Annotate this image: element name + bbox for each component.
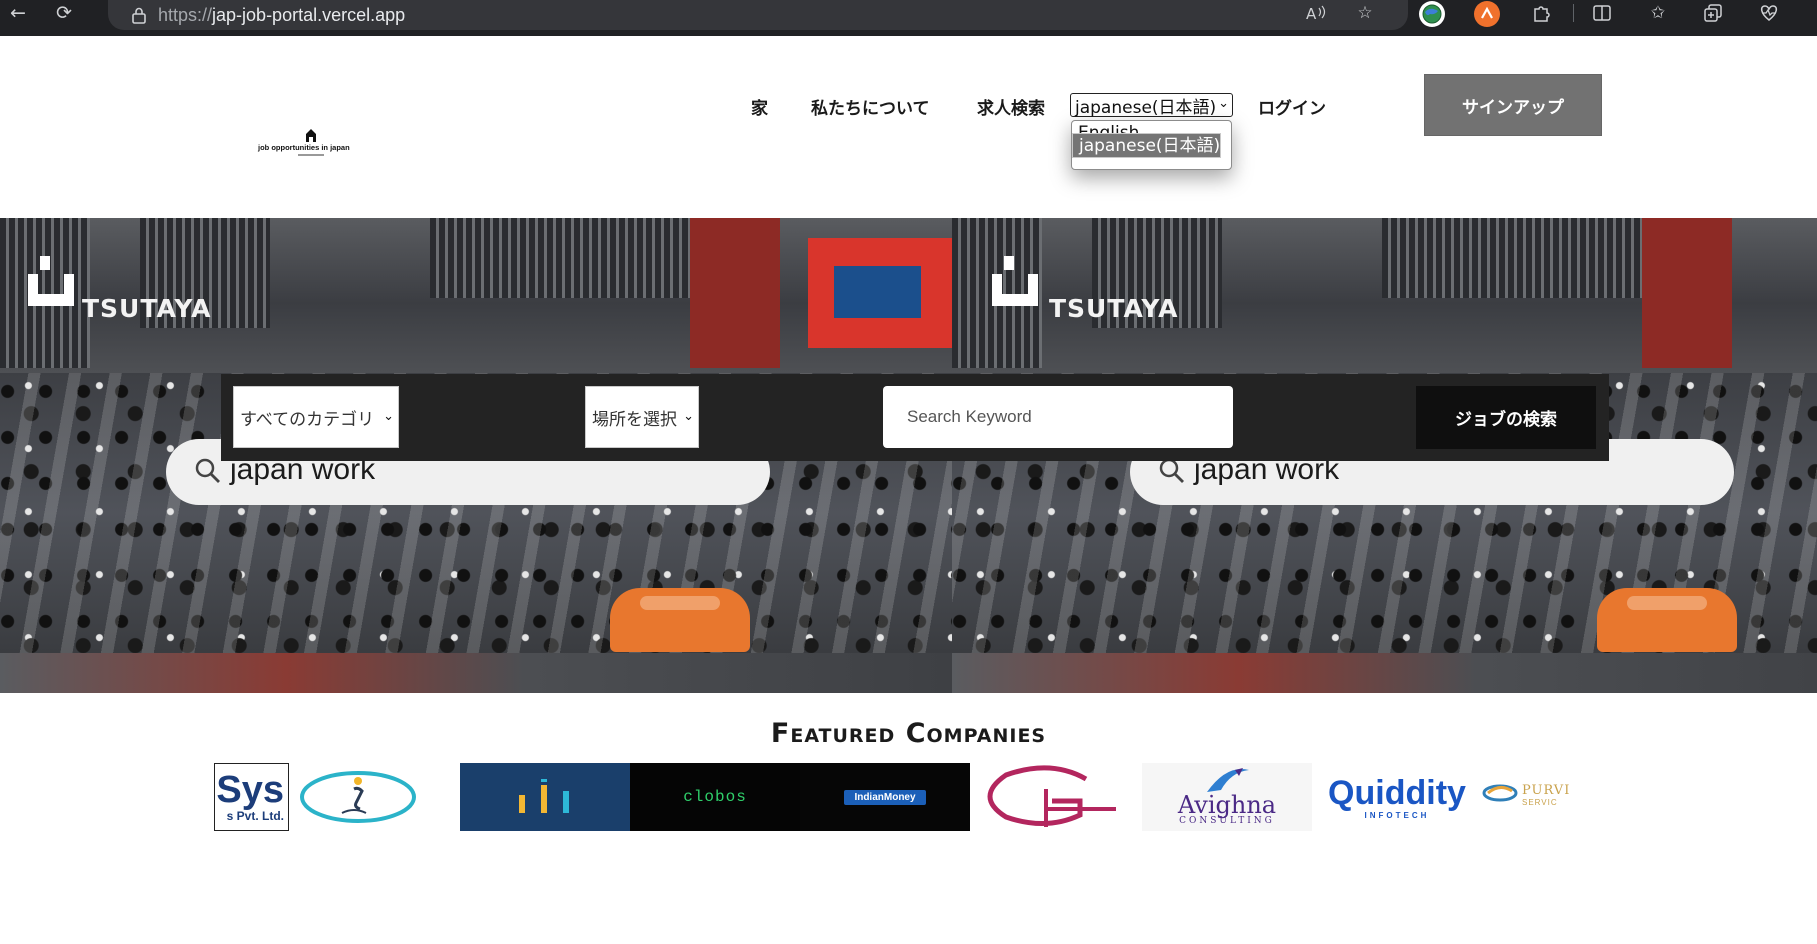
company-logo-avighna[interactable]: Avighna CONSULTING	[1142, 763, 1312, 831]
site-logo[interactable]: job opportunities in japan	[256, 128, 366, 164]
street-strip	[0, 653, 953, 693]
tsutaya-sign: TSUTAYA	[1049, 294, 1179, 323]
nav-home-link[interactable]: 家	[751, 94, 768, 119]
taxi	[610, 588, 750, 652]
back-arrow-icon[interactable]: ←	[0, 0, 36, 25]
hero-banner: TSUTAYA japan work TSUTAYA japan work すべ…	[0, 218, 1817, 693]
category-select[interactable]: すべてのカテゴリ ⌄	[233, 386, 399, 448]
browser-toolbar: ← ⟳ https://jap-job-portal.vercel.app A …	[0, 0, 1817, 36]
nav-about-link[interactable]: 私たちについて	[811, 94, 930, 119]
language-option-japanese[interactable]: japanese(日本語)	[1072, 133, 1222, 158]
logo-text: job opportunities in japan	[258, 143, 350, 152]
company-logo-clobos[interactable]: clobos	[630, 763, 800, 831]
company-sub: INFOTECH	[1364, 810, 1430, 820]
search-icon	[195, 458, 220, 483]
building	[1382, 218, 1642, 298]
company-logo-quiddity[interactable]: Quiddity INFOTECH	[1312, 763, 1482, 831]
company-sub: s Pvt. Ltd.	[226, 809, 284, 823]
featured-companies-heading: Featured Companies	[770, 718, 1047, 749]
extension-orange-icon[interactable]	[1474, 1, 1500, 27]
lock-icon	[130, 6, 148, 24]
chevron-down-icon: ⌄	[383, 409, 394, 424]
find-jobs-button[interactable]: ジョブの検索	[1416, 386, 1596, 449]
company-logo-bars[interactable]	[460, 763, 630, 831]
location-select[interactable]: 場所を選択 ⌄	[585, 386, 699, 448]
nav-job-search-link[interactable]: 求人検索	[977, 94, 1045, 119]
collections-icon[interactable]	[1696, 0, 1730, 26]
building	[690, 218, 780, 368]
chevron-down-icon: ⌄	[1218, 96, 1229, 111]
extensions-puzzle-icon[interactable]	[1525, 0, 1559, 26]
extension-globe-icon[interactable]	[1419, 1, 1445, 27]
company-name: Sys	[216, 769, 284, 811]
company-sub: CONSULTING	[1179, 816, 1275, 826]
house-logo-icon	[306, 129, 316, 142]
g-monogram-logo-icon	[987, 765, 1116, 827]
billboard	[808, 238, 953, 348]
company-name: Avighna	[1177, 791, 1277, 819]
purvi-swoosh-icon	[1482, 784, 1518, 802]
location-select-value: 場所を選択	[592, 409, 677, 430]
signup-button[interactable]: サインアップ	[1424, 74, 1602, 136]
company-logo-sys[interactable]: Sys s Pvt. Ltd.	[214, 763, 289, 831]
search-icon	[1159, 458, 1184, 483]
read-aloud-icon[interactable]: A	[1299, 0, 1333, 26]
building	[430, 218, 690, 298]
reload-icon[interactable]: ⟳	[46, 0, 82, 25]
tsutaya-logo-icon	[28, 256, 74, 306]
split-screen-icon[interactable]	[1585, 0, 1619, 26]
company-logo-g-monogram[interactable]	[972, 763, 1130, 831]
logo-underline	[298, 154, 324, 156]
bars-logo-icon	[519, 779, 569, 813]
browser-health-icon[interactable]	[1752, 0, 1786, 26]
tsutaya-sign: TSUTAYA	[82, 294, 212, 323]
language-selected-value: japanese(日本語)	[1075, 97, 1217, 118]
login-link[interactable]: ログイン	[1258, 94, 1326, 119]
address-bar[interactable]: https://jap-job-portal.vercel.app	[108, 0, 1408, 30]
taxi	[1597, 588, 1737, 652]
circle-figure-logo-icon	[300, 771, 416, 823]
company-sub: SERVIC	[1522, 798, 1558, 807]
tsutaya-logo-icon	[992, 256, 1038, 306]
company-logo-carousel: Sys s Pvt. Ltd. clobos IndianMoney Avigh…	[214, 763, 1602, 831]
job-search-bar: すべてのカテゴリ ⌄ 場所を選択 ⌄ Search Keyword ジョブの検索	[221, 374, 1609, 461]
site-header: job opportunities in japan 家 私たちについて 求人検…	[0, 36, 1817, 218]
favorites-icon[interactable]: ✩	[1641, 0, 1675, 26]
company-logo-purvi[interactable]: PURVI SERVIC	[1482, 763, 1602, 831]
svg-text:A: A	[1306, 5, 1317, 22]
company-name: IndianMoney	[844, 789, 926, 805]
company-name: Quiddity	[1328, 773, 1466, 812]
chevron-down-icon: ⌄	[683, 409, 694, 424]
favorite-star-icon[interactable]: ☆	[1348, 0, 1382, 26]
company-name: clobos	[683, 788, 747, 806]
url-text: https://jap-job-portal.vercel.app	[158, 4, 406, 25]
category-select-value: すべてのカテゴリ	[240, 409, 375, 430]
toolbar-divider	[1573, 4, 1574, 22]
company-logo-indianmoney[interactable]: IndianMoney	[800, 763, 970, 831]
building	[1642, 218, 1732, 368]
company-logo-circle-figure[interactable]	[292, 763, 424, 831]
keyword-input[interactable]: Search Keyword	[883, 386, 1233, 448]
language-select[interactable]: japanese(日本語) ⌄	[1070, 93, 1233, 118]
street-strip	[952, 653, 1817, 693]
language-dropdown-list: English japanese(日本語)	[1071, 120, 1232, 170]
company-name: PURVI	[1522, 783, 1571, 798]
